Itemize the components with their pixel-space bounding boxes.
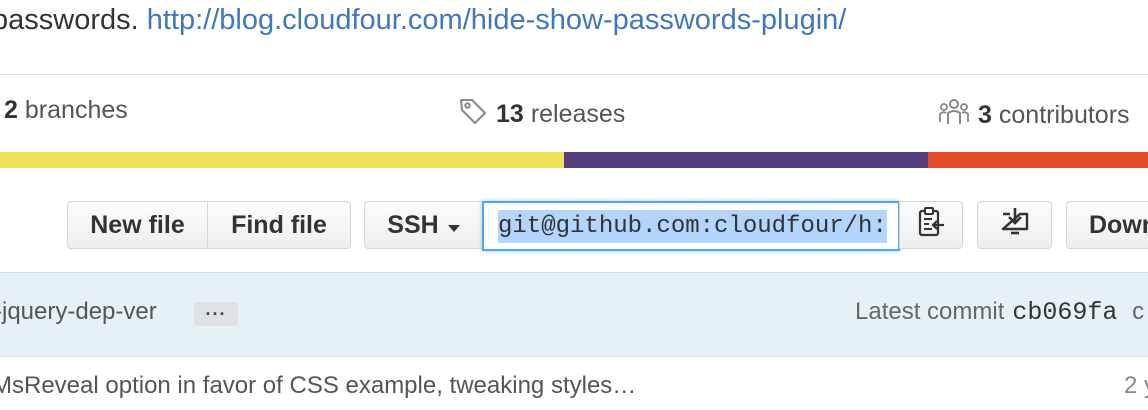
releases-link[interactable]: 13 releases <box>458 96 625 133</box>
language-segment[interactable] <box>564 152 928 168</box>
releases-label: releases <box>530 100 626 128</box>
description-link[interactable]: http://blog.cloudfour.com/hide-show-pass… <box>147 4 847 36</box>
divider <box>0 74 1148 75</box>
expand-commit-button[interactable]: ··· <box>194 302 238 326</box>
people-icon <box>938 96 970 135</box>
language-segment[interactable] <box>928 152 1148 168</box>
contributors-label: contributors <box>998 101 1130 129</box>
download-label: Down <box>1089 210 1148 239</box>
branches-link[interactable]: 2 branches <box>4 96 128 125</box>
file-actions-group: New file Find file <box>67 201 351 249</box>
releases-count: 13 <box>496 100 524 128</box>
repo-description: passwords. http://blog.cloudfour.com/hid… <box>0 4 846 37</box>
language-bar[interactable] <box>0 152 1148 168</box>
tag-icon <box>458 96 488 133</box>
branches-label: branches <box>24 96 128 124</box>
desktop-download-icon <box>998 206 1032 245</box>
branches-count: 2 <box>4 96 18 124</box>
latest-commit-label: Latest commit <box>855 298 1005 325</box>
clone-url-text: git@github.com:cloudfour/h: <box>498 209 887 243</box>
commit-message-link[interactable]: -jquery-dep-ver <box>0 298 157 326</box>
clone-url-input[interactable]: git@github.com:cloudfour/h: <box>482 201 900 251</box>
latest-commit: Latest commit cb069fa c <box>855 298 1144 327</box>
protocol-label: SSH <box>387 210 439 239</box>
protocol-select-button[interactable]: SSH <box>364 201 484 249</box>
clipboard-icon <box>916 206 946 245</box>
download-zip-button[interactable]: Down <box>1066 201 1148 249</box>
caret-down-icon <box>447 211 461 240</box>
description-text: passwords. <box>0 4 139 36</box>
language-segment[interactable] <box>0 152 564 168</box>
commit-sha-trailing: c <box>1132 298 1145 325</box>
file-commit-message[interactable]: MsReveal option in favor of CSS example,… <box>0 372 636 400</box>
commit-sha-link[interactable]: cb069fa <box>1012 298 1117 327</box>
open-desktop-button[interactable] <box>977 201 1052 249</box>
find-file-button[interactable]: Find file <box>208 201 351 249</box>
copy-url-button[interactable] <box>899 201 963 249</box>
file-age: 2 y <box>1124 372 1148 399</box>
contributors-link[interactable]: 3 contributors <box>938 96 1130 135</box>
contributors-count: 3 <box>978 101 992 129</box>
new-file-button[interactable]: New file <box>67 201 208 249</box>
